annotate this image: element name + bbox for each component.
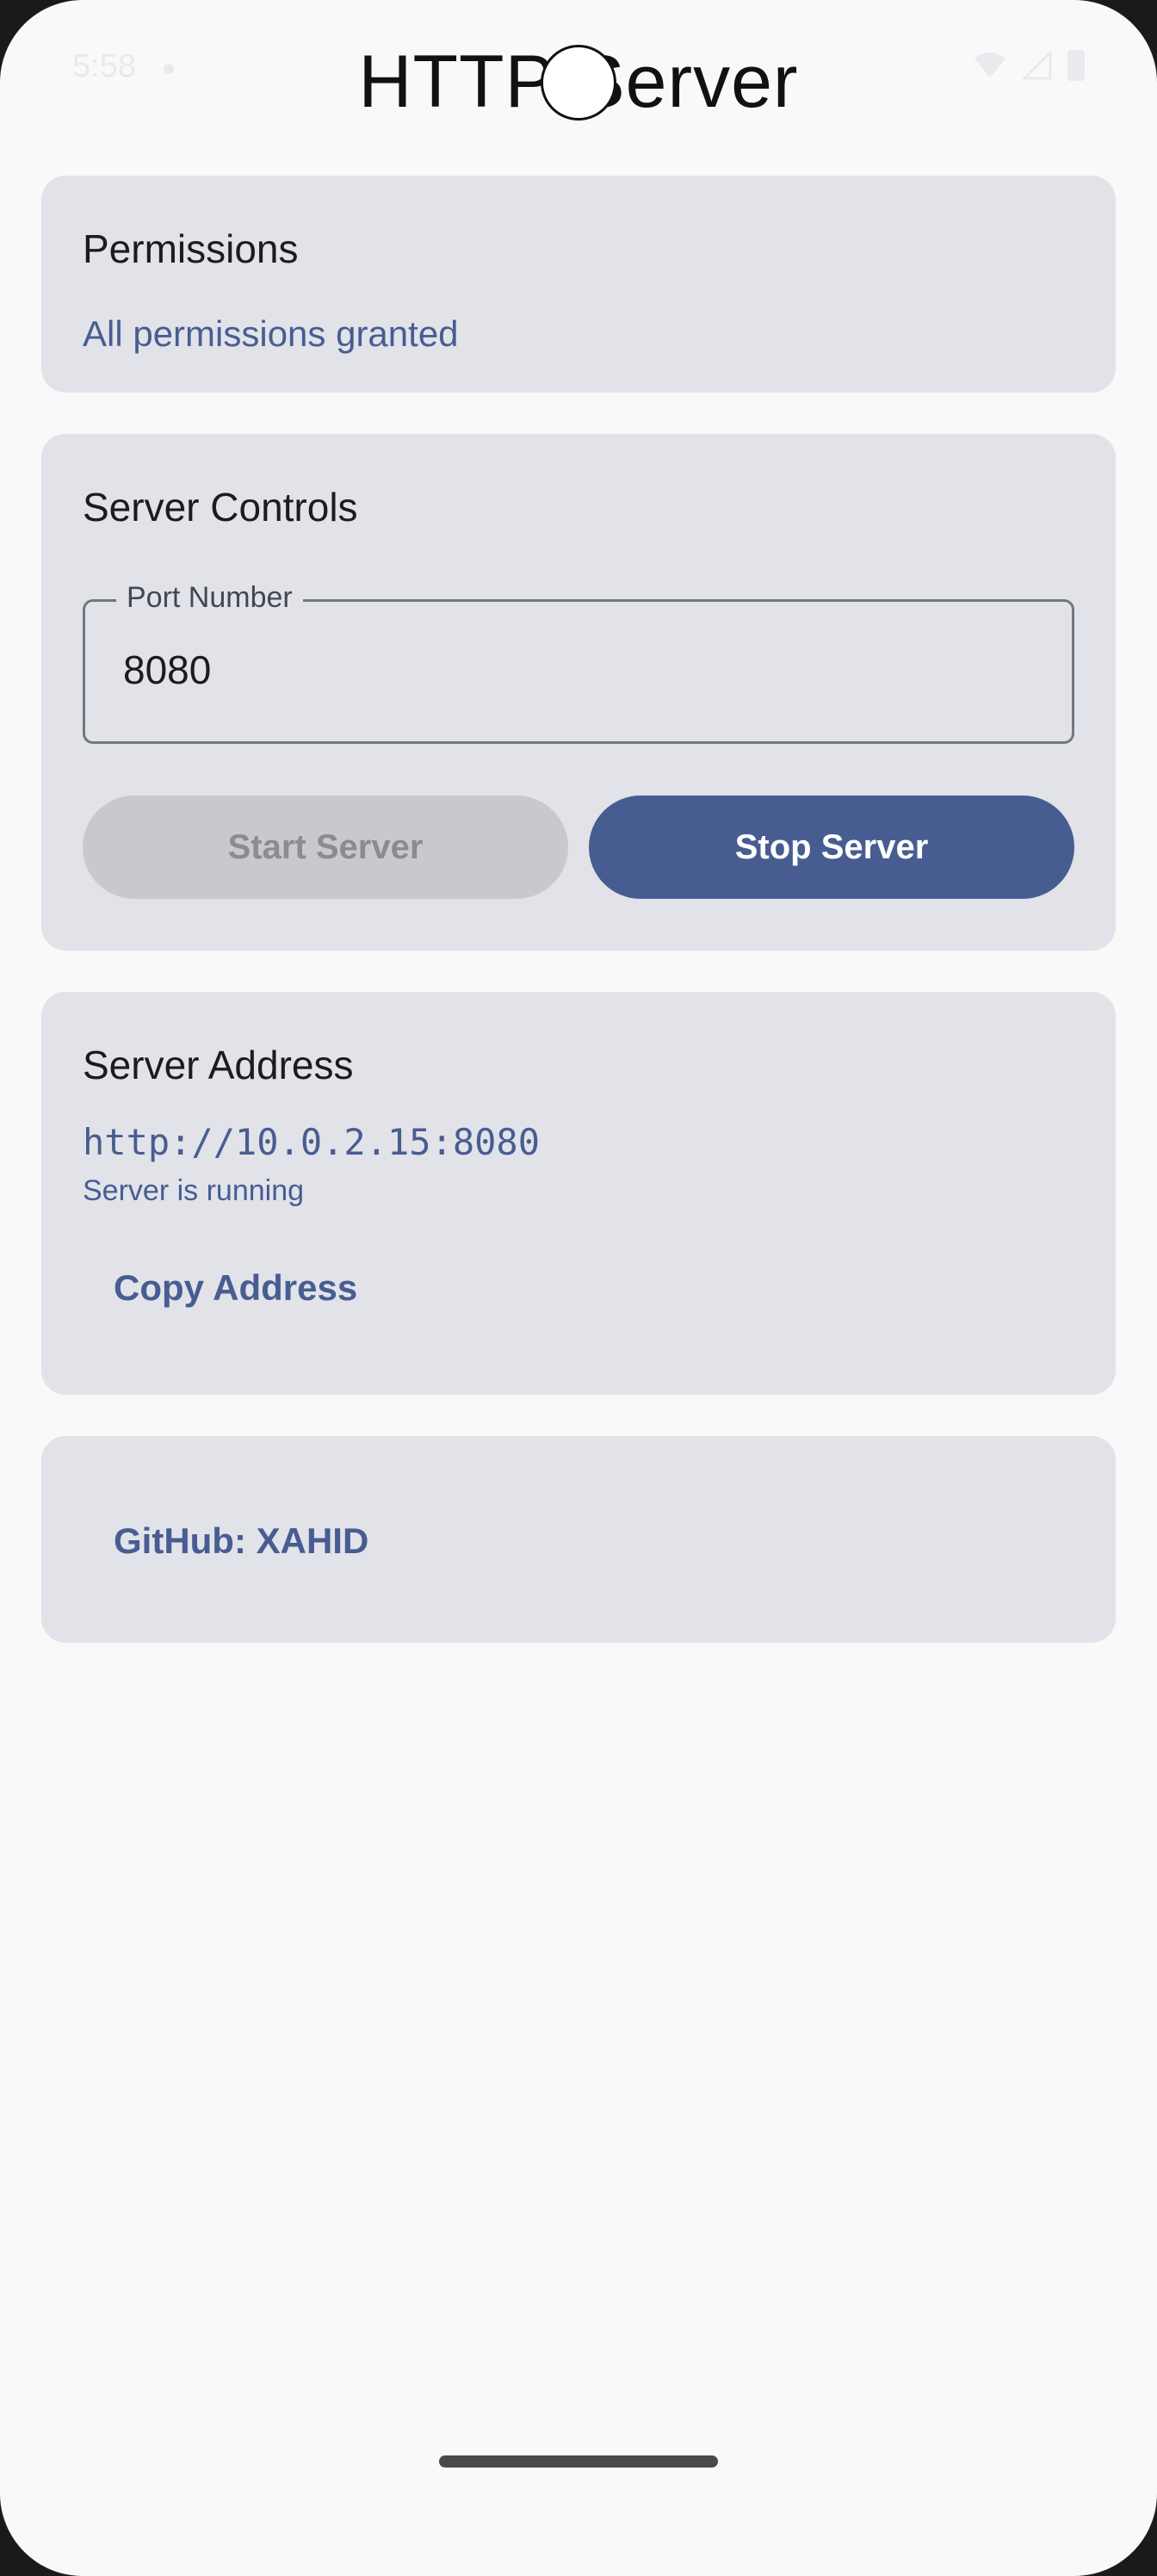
server-url: http://10.0.2.15:8080 bbox=[83, 1121, 541, 1163]
github-card: GitHub: XAHID bbox=[41, 1436, 1116, 1643]
port-number-field[interactable]: Port Number 8080 bbox=[83, 581, 1074, 744]
port-number-input[interactable]: 8080 bbox=[123, 647, 211, 693]
start-server-button[interactable]: Start Server bbox=[83, 796, 568, 899]
home-indicator[interactable] bbox=[439, 2455, 718, 2468]
stop-server-button[interactable]: Stop Server bbox=[589, 796, 1074, 899]
phone-screen: 5:58 HTTP Server Permissions All permiss… bbox=[0, 0, 1157, 2576]
github-link[interactable]: GitHub: XAHID bbox=[114, 1520, 368, 1562]
copy-address-button[interactable]: Copy Address bbox=[114, 1267, 357, 1309]
permissions-title: Permissions bbox=[83, 226, 299, 271]
server-controls-card: Server Controls Port Number 8080 Start S… bbox=[41, 434, 1116, 951]
permissions-card: Permissions All permissions granted bbox=[41, 176, 1116, 393]
server-address-title: Server Address bbox=[83, 1043, 354, 1087]
camera-cutout bbox=[541, 45, 616, 121]
port-number-label: Port Number bbox=[116, 581, 303, 615]
server-status: Server is running bbox=[83, 1174, 305, 1207]
server-controls-title: Server Controls bbox=[83, 485, 358, 529]
permissions-status: All permissions granted bbox=[83, 313, 459, 354]
server-address-card: Server Address http://10.0.2.15:8080 Ser… bbox=[41, 992, 1116, 1395]
